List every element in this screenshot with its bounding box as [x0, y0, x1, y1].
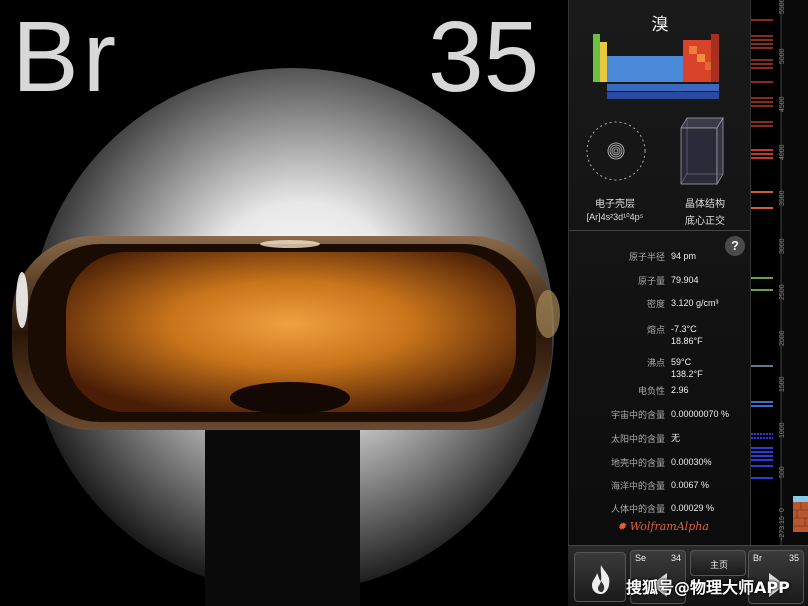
property-key: 海洋中的含量: [610, 481, 665, 491]
property-value: 0.00000070 %: [671, 409, 730, 419]
periodic-table-miniature[interactable]: [593, 34, 719, 100]
spectrum-tick: 2000: [779, 330, 786, 346]
wolfram-alpha-link[interactable]: ✹ WolframAlpha: [617, 520, 709, 533]
property-value: 59°C: [671, 357, 692, 367]
flame-button[interactable]: [574, 552, 626, 602]
property-value: 94 pm: [671, 251, 697, 261]
property-key: 宇宙中的含量: [610, 410, 665, 420]
property-value: 0.0067 %: [671, 480, 710, 490]
property-value: -7.3°C: [671, 324, 697, 334]
wolfram-star-icon: ✹: [617, 520, 627, 533]
next-symbol: Br: [753, 553, 762, 563]
property-key: 电负性: [637, 386, 665, 396]
property-value: 0.00029 %: [671, 503, 715, 513]
spectrum-tick: 5000: [779, 48, 786, 64]
spectrum-tick: 0: [779, 508, 786, 512]
spectrum-tick: 4000: [779, 144, 786, 160]
home-label: 主页: [709, 560, 728, 570]
property-key: 人体中的含量: [610, 504, 665, 514]
watermark: 搜狐号@物理大师APP: [626, 578, 790, 597]
crystal-value: 底心正交: [685, 216, 725, 227]
property-key: 熔点: [646, 325, 665, 335]
spectrum-tick: 1000: [779, 422, 786, 438]
prev-symbol: Se: [635, 553, 647, 563]
temperature-spectrum[interactable]: 5500 5000 4500 4000 3500 3000 2500 2000 …: [750, 0, 808, 545]
atomic-number: 35: [428, 1, 540, 113]
home-button[interactable]: 主页: [690, 550, 746, 576]
property-key: 密度: [646, 299, 665, 309]
crystal-structure-icon[interactable]: [673, 114, 729, 188]
prev-number: 34: [670, 553, 681, 563]
property-value: 18.86°F: [671, 336, 703, 346]
property-value: 无: [671, 433, 681, 443]
next-number: 35: [788, 553, 799, 563]
property-value: 2.96: [671, 385, 689, 395]
property-key: 原子量: [637, 276, 665, 286]
property-value: 138.2°F: [671, 369, 703, 379]
help-button[interactable]: ?: [725, 236, 745, 256]
info-panel: 溴 电子壳层 [Ar]4s²3d¹⁰4p⁵ 晶体结构 底心正交 ? 原子半径 9…: [568, 0, 751, 545]
spectrum-tick: -273.15: [779, 516, 786, 540]
property-key: 地壳中的含量: [610, 458, 665, 468]
spectrum-bars: [751, 0, 808, 545]
spectrum-tick: 4500: [779, 96, 786, 112]
spectrum-tick: 500: [779, 466, 786, 478]
shell-label: 电子壳层: [595, 199, 635, 210]
spectrum-tick: 3000: [779, 238, 786, 254]
property-value: 0.00030%: [671, 457, 712, 467]
wolfram-label: WolframAlpha: [629, 520, 709, 533]
crystal-label: 晶体结构: [685, 199, 725, 210]
property-value: 79.904: [671, 275, 699, 285]
property-key: 原子半径: [628, 252, 665, 262]
element-name: 溴: [651, 15, 669, 35]
element-photo: Br 35: [0, 0, 568, 606]
electron-shell-icon[interactable]: [585, 120, 647, 182]
element-symbol: Br: [12, 1, 120, 113]
spectrum-tick: 1500: [779, 376, 786, 392]
panel-divider: [569, 230, 751, 231]
property-value: 3.120 g/cm³: [671, 298, 719, 308]
property-key: 沸点: [646, 358, 665, 368]
spectrum-tick: 2500: [779, 284, 786, 300]
shell-config: [Ar]4s²3d¹⁰4p⁵: [586, 212, 644, 222]
spectrum-tick: 3500: [779, 190, 786, 206]
spectrum-tick: 5500: [779, 0, 786, 14]
property-key: 太阳中的含量: [610, 434, 665, 444]
flame-icon: [592, 565, 610, 594]
